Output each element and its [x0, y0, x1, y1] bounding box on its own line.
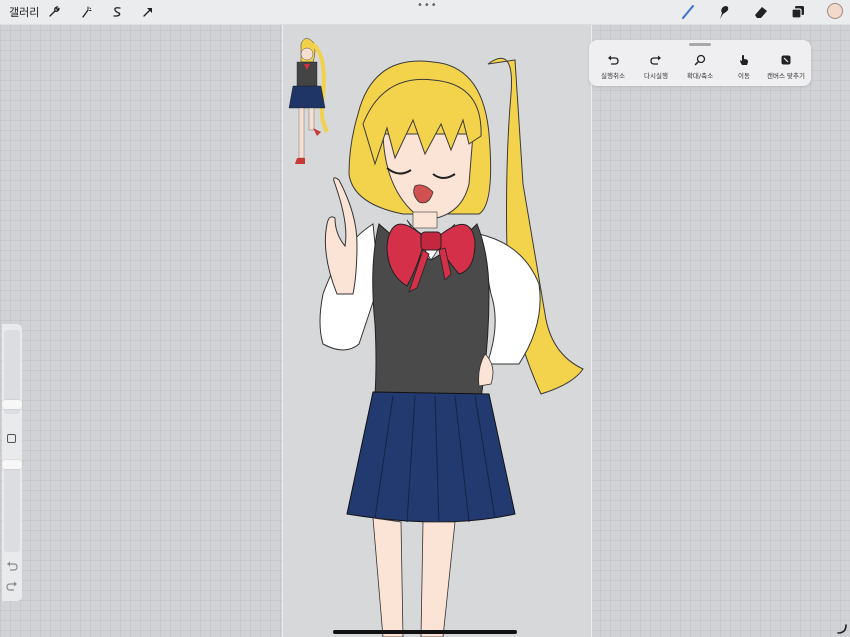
- undo-label: 실행취소: [601, 72, 625, 80]
- quick-menu: 실행취소 다시실행 확대/축소 이동 캔버스 맞추기: [589, 40, 811, 86]
- resize-corner-icon[interactable]: [836, 623, 848, 635]
- zoom-icon: [694, 54, 706, 66]
- undo-icon: [608, 55, 619, 65]
- redo-icon[interactable]: [6, 580, 18, 592]
- zoom-button[interactable]: 확대/축소: [678, 54, 722, 80]
- brush-size-thumb[interactable]: [2, 400, 22, 409]
- move-button[interactable]: 이동: [722, 54, 766, 80]
- opacity-thumb[interactable]: [2, 460, 22, 469]
- magic-wand-icon[interactable]: [77, 3, 95, 21]
- more-options-icon[interactable]: •••: [417, 0, 438, 11]
- hand-icon: [740, 55, 748, 65]
- eraser-icon[interactable]: [751, 2, 771, 22]
- brush-icon[interactable]: [678, 2, 698, 22]
- wrench-icon[interactable]: [45, 3, 63, 21]
- modify-button-icon[interactable]: [7, 434, 16, 443]
- undo-icon[interactable]: [6, 560, 18, 572]
- transform-arrow-icon[interactable]: [139, 3, 157, 21]
- move-label: 이동: [738, 72, 750, 80]
- drawing-canvas[interactable]: [282, 24, 592, 637]
- fit-canvas-button[interactable]: 캔버스 맞추기: [764, 54, 808, 80]
- left-sidebar: [2, 324, 22, 601]
- redo-icon: [650, 55, 661, 65]
- artwork-illustration: [288, 38, 584, 637]
- home-indicator[interactable]: [333, 630, 517, 634]
- selection-icon[interactable]: [108, 3, 126, 21]
- fit-canvas-label: 캔버스 맞추기: [767, 72, 805, 80]
- top-toolbar: 갤러리 •••: [0, 0, 850, 25]
- fit-canvas-icon: [781, 55, 791, 65]
- zoom-label: 확대/축소: [686, 72, 714, 80]
- redo-label: 다시실행: [644, 72, 668, 80]
- color-swatch[interactable]: [827, 3, 843, 19]
- quick-menu-handle[interactable]: [689, 43, 711, 46]
- reference-thumbnail: [288, 38, 329, 164]
- redo-button[interactable]: 다시실행: [634, 54, 678, 80]
- undo-button[interactable]: 실행취소: [591, 54, 635, 80]
- layers-icon[interactable]: [788, 2, 808, 22]
- opacity-slider[interactable]: [4, 460, 20, 552]
- gallery-button[interactable]: 갤러리: [9, 4, 39, 20]
- smudge-icon[interactable]: [713, 2, 733, 22]
